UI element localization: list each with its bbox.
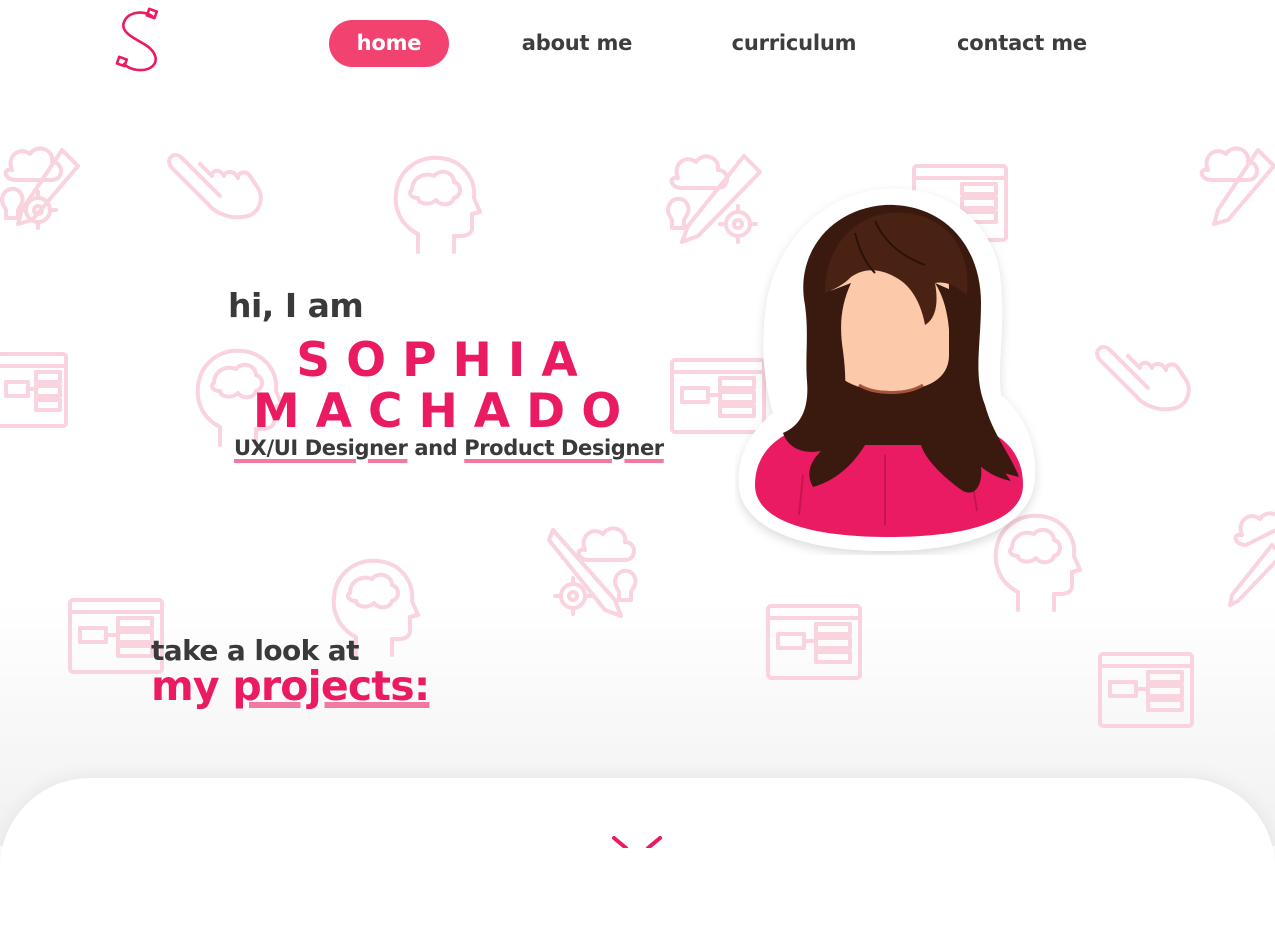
role-ux-ui: UX/UI Designer <box>234 436 408 460</box>
hero-last-name: MACHADO <box>252 384 638 439</box>
idea-gear-pencil-icon <box>1199 146 1275 226</box>
role-product: Product Designer <box>464 436 664 460</box>
hero-first-name: SOPHIA <box>296 333 594 388</box>
pointer-hand-icon <box>167 153 263 220</box>
idea-gear-pencil-icon <box>0 146 80 230</box>
chevron-down-icon[interactable] <box>608 836 666 848</box>
projects-title-link[interactable]: projects: <box>232 662 430 710</box>
wireframe-window-icon <box>0 352 68 428</box>
main-nav: home about me curriculum contact me <box>0 20 1275 68</box>
projects-title-my: my <box>151 662 233 710</box>
brain-head-icon <box>393 155 482 254</box>
nav-curriculum[interactable]: curriculum <box>719 20 869 67</box>
projects-card <box>0 778 1275 938</box>
nav-contact-me[interactable]: contact me <box>946 20 1098 67</box>
woman-avatar-illustration <box>738 188 1036 551</box>
nav-about-me[interactable]: about me <box>507 20 647 67</box>
projects-title: my projects: <box>151 662 430 710</box>
role-join: and <box>407 436 465 460</box>
hero-greeting: hi, I am <box>228 286 364 325</box>
pointer-hand-icon <box>1095 345 1191 412</box>
hero-role: UX/UI Designer and Product Designer <box>234 436 664 460</box>
idea-gear-pencil-icon <box>1228 511 1275 607</box>
nav-home[interactable]: home <box>329 20 449 67</box>
